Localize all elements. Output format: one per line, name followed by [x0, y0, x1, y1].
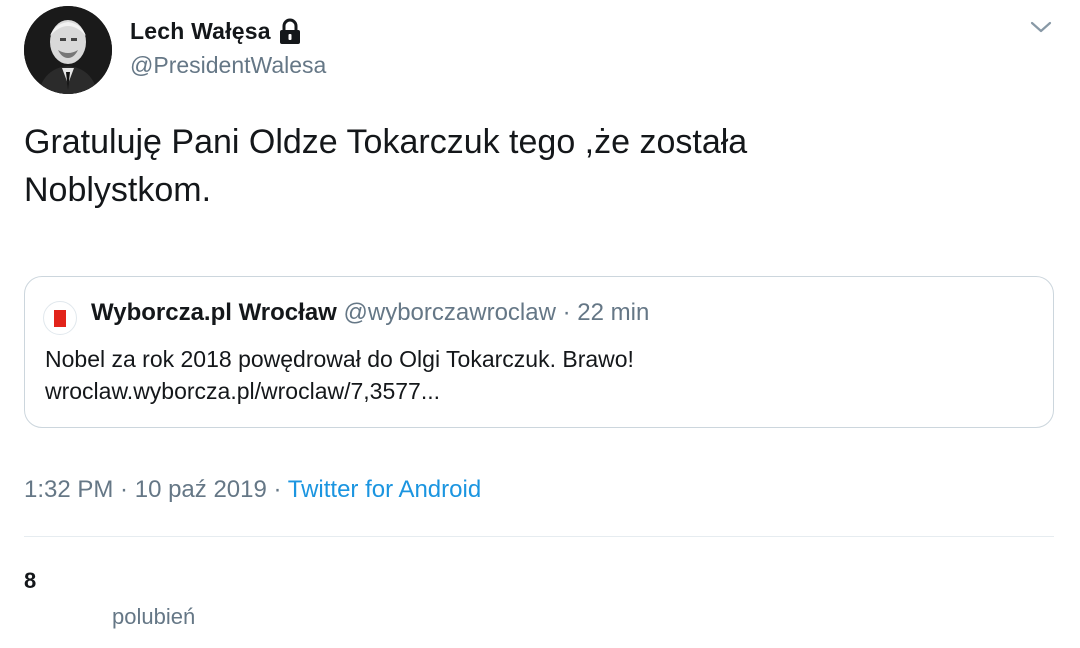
source-link[interactable]: Twitter for Android: [288, 476, 481, 503]
author-handle[interactable]: @PresidentWalesa: [130, 52, 326, 79]
tweet-text-line: Noblystkom.: [24, 171, 212, 209]
likes-label[interactable]: polubień: [112, 604, 195, 630]
tweet-metadata: 1:32 PM · 10 paź 2019 · Twitter for Andr…: [24, 476, 481, 504]
quoted-link: wroclaw.wyborcza.pl/wroclaw/7,3577...: [45, 378, 440, 404]
quoted-separator: ·: [555, 299, 578, 326]
meta-separator: ·: [266, 476, 288, 503]
tweet-text-line: Gratuluję Pani Oldze Tokarczuk tego ,że …: [24, 123, 748, 161]
quoted-author-name: Wyborcza.pl Wrocław: [91, 299, 337, 326]
quoted-text-line: Nobel za rok 2018 powędrował do Olgi Tok…: [45, 346, 634, 372]
divider: [24, 536, 1054, 537]
quoted-tweet-header: Wyborcza.pl Wrocław @wyborczawroclaw · 2…: [91, 299, 649, 327]
author-name-row: Lech Wałęsa: [130, 16, 303, 46]
quoted-tweet-text: Nobel za rok 2018 powędrował do Olgi Tok…: [45, 343, 1035, 407]
wyborcza-logo-icon: [43, 301, 77, 335]
tweet-date[interactable]: 10 paź 2019: [135, 476, 267, 503]
quoted-author-handle: @wyborczawroclaw: [343, 299, 556, 326]
tweet-text: Gratuluję Pani Oldze Tokarczuk tego ,że …: [24, 118, 984, 214]
author-avatar[interactable]: [24, 6, 112, 94]
likes-count[interactable]: 8: [24, 568, 36, 594]
meta-separator: ·: [113, 476, 135, 503]
quoted-tweet-card[interactable]: Wyborcza.pl Wrocław @wyborczawroclaw · 2…: [24, 276, 1054, 428]
author-display-name[interactable]: Lech Wałęsa: [130, 18, 271, 45]
tweet-time[interactable]: 1:32 PM: [24, 476, 113, 503]
chevron-down-icon[interactable]: [1028, 16, 1054, 38]
quoted-time-ago: 22 min: [577, 299, 650, 326]
lock-icon: [277, 18, 303, 46]
